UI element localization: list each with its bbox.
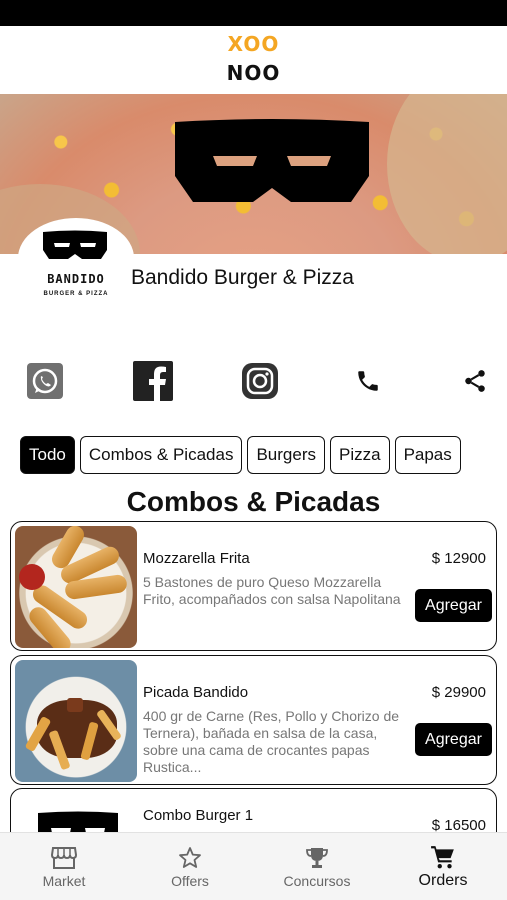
item-description: 5 Bastones de puro Queso Mozzarella Frit… <box>143 574 401 607</box>
item-price: $ 12900 <box>431 550 486 567</box>
add-button[interactable]: Agregar <box>415 589 492 622</box>
nav-market[interactable]: Market <box>32 833 96 900</box>
item-name: Mozzarella Frita <box>143 550 250 567</box>
trophy-icon <box>306 848 328 868</box>
bottom-nav: Market Offers Concursos Orders <box>0 832 507 900</box>
cart-icon <box>431 846 454 869</box>
add-button[interactable]: Agregar <box>415 723 492 756</box>
brand-line-1: XOO <box>227 32 280 56</box>
item-name: Combo Burger 1 <box>143 807 254 824</box>
tab-burgers[interactable]: Burgers <box>247 436 325 474</box>
item-description: 400 gr de Carne (Res, Pollo y Chorizo de… <box>143 708 400 775</box>
tab-papas[interactable]: Papas <box>394 436 461 474</box>
item-image <box>15 660 137 782</box>
nav-orders[interactable]: Orders <box>408 833 478 900</box>
tab-pizza[interactable]: Pizza <box>329 436 390 474</box>
facebook-icon <box>133 361 173 401</box>
star-icon <box>179 847 201 868</box>
store-icon <box>51 847 77 869</box>
share-icon <box>465 370 485 392</box>
menu-item-card[interactable]: Picada Bandido 400 gr de Carne (Res, Pol… <box>10 655 497 785</box>
whatsapp-icon <box>27 363 63 399</box>
instagram-icon <box>242 363 278 399</box>
nav-offers[interactable]: Offers <box>160 833 220 900</box>
nav-offers-label: Offers <box>171 873 209 889</box>
phone-button[interactable] <box>353 360 383 402</box>
section-title: Combos & Picadas <box>126 486 381 517</box>
nav-concursos[interactable]: Concursos <box>276 833 358 900</box>
bandit-mask-icon <box>175 119 369 202</box>
restaurant-name: Bandido Burger & Pizza <box>131 266 354 289</box>
app-brand-logo: XOO NOO <box>0 30 507 88</box>
phone-icon <box>358 371 378 391</box>
menu-item-card[interactable]: Mozzarella Frita 5 Bastones de puro Ques… <box>10 521 497 651</box>
instagram-button[interactable] <box>240 360 280 402</box>
nav-market-label: Market <box>42 873 86 889</box>
status-bar <box>0 0 507 26</box>
item-price: $ 29900 <box>431 684 486 701</box>
item-name: Picada Bandido <box>143 684 249 701</box>
item-image <box>15 526 137 648</box>
logo-subtitle: BURGER & PIZZA <box>43 291 109 297</box>
category-tabs: Todo Combos & Picadas Burgers Pizza Papa… <box>20 436 461 474</box>
nav-orders-label: Orders <box>418 872 468 889</box>
whatsapp-button[interactable] <box>26 360 64 402</box>
facebook-button[interactable] <box>132 360 174 402</box>
tab-combos-picadas[interactable]: Combos & Picadas <box>79 436 243 474</box>
logo-mask-icon <box>43 230 107 259</box>
share-button[interactable] <box>460 360 490 402</box>
brand-line-2: NOO <box>226 61 281 85</box>
nav-concursos-label: Concursos <box>283 873 351 889</box>
logo-name: BANDIDO <box>47 272 105 286</box>
tab-todo[interactable]: Todo <box>20 436 75 474</box>
